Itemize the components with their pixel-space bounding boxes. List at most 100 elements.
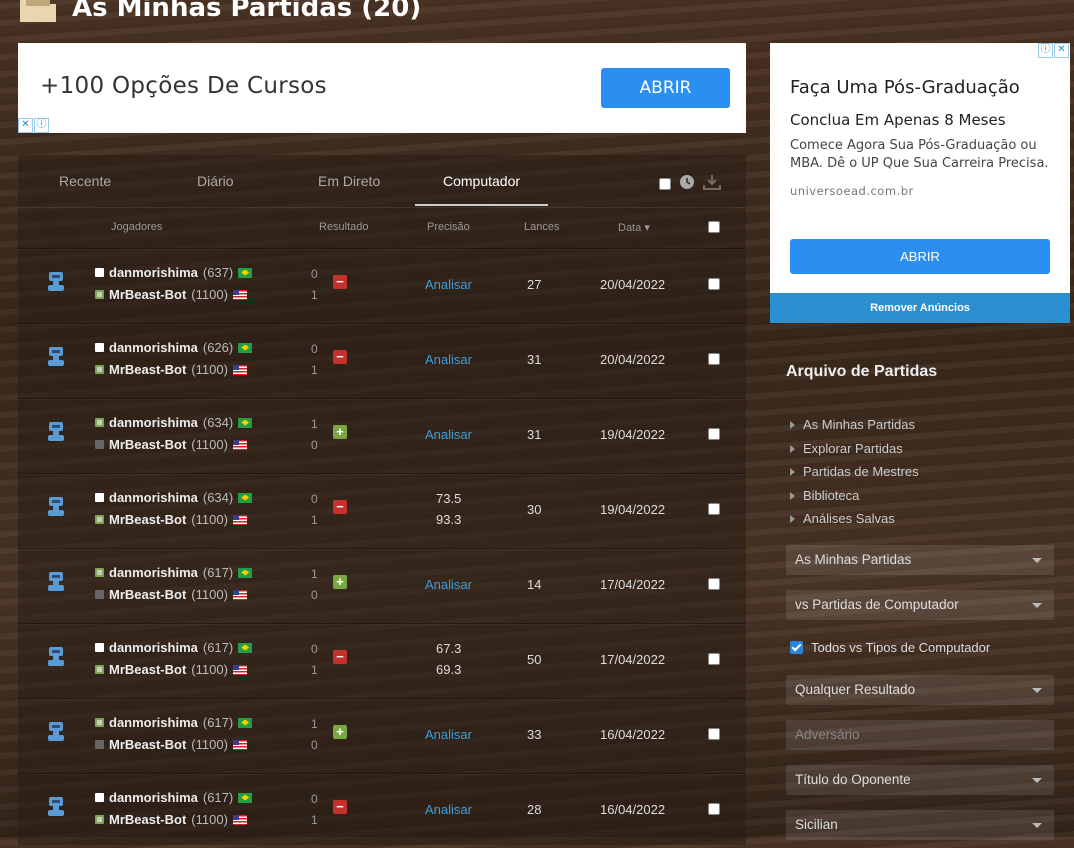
row-checkbox[interactable]: [708, 278, 720, 290]
ad-side-open-button[interactable]: ABRIR: [790, 239, 1050, 274]
moves-count: 28: [527, 802, 542, 817]
tab-tools: [659, 173, 721, 190]
row-checkbox[interactable]: [708, 578, 720, 590]
games-panel: Recente Diário Em Direto Computador Joga…: [18, 155, 746, 845]
black-player[interactable]: MrBeast-Bot (1100): [95, 362, 247, 377]
analyse-link[interactable]: Analisar: [425, 427, 472, 442]
game-row[interactable]: danmorishima (634) MrBeast-Bot (1100) 1 0 + Ana…: [18, 398, 746, 473]
info-icon[interactable]: ⓘ: [34, 118, 49, 133]
black-player[interactable]: MrBeast-Bot (1100): [95, 737, 247, 752]
info-icon[interactable]: ⓘ: [1038, 43, 1053, 58]
brazil-flag-icon: [238, 567, 253, 578]
analyse-link[interactable]: Analisar: [425, 727, 472, 742]
black-accuracy: 93.3: [436, 512, 462, 527]
row-checkbox[interactable]: [708, 503, 720, 515]
tab-recent[interactable]: Recente: [59, 173, 111, 189]
game-row[interactable]: danmorishima (617) MrBeast-Bot (1100) 0 1 − 67.…: [18, 623, 746, 698]
row-checkbox[interactable]: [708, 803, 720, 815]
white-piece-icon: [95, 718, 104, 727]
select-all-checkbox[interactable]: [659, 178, 671, 190]
row-checkbox[interactable]: [708, 653, 720, 665]
chevron-down-icon: [1032, 778, 1042, 783]
black-piece-icon: [95, 815, 104, 824]
moves-count: 33: [527, 727, 542, 742]
white-player[interactable]: danmorishima (617): [95, 565, 253, 580]
game-row[interactable]: danmorishima (617) MrBeast-Bot (1100) 1 0 + Ana…: [18, 698, 746, 773]
black-player[interactable]: MrBeast-Bot (1100): [95, 662, 247, 677]
black-player[interactable]: MrBeast-Bot (1100): [95, 587, 247, 602]
white-player[interactable]: danmorishima (617): [95, 715, 253, 730]
black-score: 0: [311, 438, 318, 452]
white-score: 0: [311, 267, 318, 281]
brazil-flag-icon: [238, 642, 253, 653]
ad-subtitle: Conclua Em Apenas 8 Meses: [790, 111, 1006, 129]
white-score: 1: [311, 417, 318, 431]
result-select[interactable]: Qualquer Resultado: [786, 675, 1054, 705]
white-player[interactable]: danmorishima (626): [95, 340, 253, 355]
header-checkbox[interactable]: [708, 221, 720, 233]
row-checkbox[interactable]: [708, 428, 720, 440]
game-row[interactable]: danmorishima (617) MrBeast-Bot (1100) 1 0 + Ana…: [18, 548, 746, 623]
clock-icon[interactable]: [679, 174, 695, 190]
ad-choices[interactable]: ✕ ⓘ: [18, 118, 49, 133]
black-score: 1: [311, 363, 318, 377]
white-player[interactable]: danmorishima (617): [95, 790, 253, 805]
brazil-flag-icon: [238, 492, 253, 503]
black-player[interactable]: MrBeast-Bot (1100): [95, 512, 247, 527]
tab-live[interactable]: Em Direto: [318, 173, 380, 189]
opening-select[interactable]: Sicilian: [786, 810, 1054, 840]
brazil-flag-icon: [238, 792, 253, 803]
ad-open-button[interactable]: ABRIR: [601, 68, 730, 108]
moves-count: 30: [527, 502, 542, 517]
white-player[interactable]: danmorishima (637): [95, 265, 253, 280]
archive-link-explore[interactable]: Explorar Partidas: [790, 441, 903, 456]
white-player[interactable]: danmorishima (617): [95, 640, 253, 655]
black-piece-icon: [95, 440, 104, 449]
analyse-link[interactable]: Analisar: [425, 277, 472, 292]
game-row[interactable]: danmorishima (634) MrBeast-Bot (1100) 0 1 − 73.…: [18, 473, 746, 548]
analyse-link[interactable]: Analisar: [425, 802, 472, 817]
col-players: Jogadores: [111, 221, 163, 233]
remove-ads-link[interactable]: Remover Anúncios: [770, 293, 1070, 323]
all-computer-types-checkbox[interactable]: [790, 641, 803, 654]
chevron-down-icon: [1032, 558, 1042, 563]
archive-link-my-games[interactable]: As Minhas Partidas: [790, 417, 915, 432]
opponent-title-select[interactable]: Título do Oponente: [786, 765, 1054, 795]
opponent-input[interactable]: Adversário: [786, 720, 1054, 750]
white-player[interactable]: danmorishima (634): [95, 490, 253, 505]
tab-daily[interactable]: Diário: [197, 173, 234, 189]
ad-banner-top[interactable]: +100 Opções De Cursos ABRIR ✕ ⓘ: [18, 43, 746, 133]
row-checkbox[interactable]: [708, 353, 720, 365]
game-type-select[interactable]: vs Partidas de Computador: [786, 590, 1054, 620]
white-piece-icon: [95, 343, 104, 352]
black-piece-icon: [95, 590, 104, 599]
col-date[interactable]: Data ▾: [618, 221, 650, 234]
archive-title: Arquivo de Partidas: [786, 363, 938, 380]
ad-side[interactable]: ⓘ ✕ Faça Uma Pós-Graduação Conclua Em Ape…: [770, 43, 1070, 293]
scope-select[interactable]: As Minhas Partidas: [786, 545, 1054, 575]
game-row[interactable]: danmorishima (626) MrBeast-Bot (1100) 0 1 − Ana…: [18, 323, 746, 398]
row-checkbox[interactable]: [708, 728, 720, 740]
archive-link-masters[interactable]: Partidas de Mestres: [790, 464, 919, 479]
archive-link-saved-analyses[interactable]: Análises Salvas: [790, 511, 895, 526]
close-icon[interactable]: ✕: [18, 118, 33, 133]
chevron-down-icon: [1032, 688, 1042, 693]
archive-link-library[interactable]: Biblioteca: [790, 488, 859, 503]
download-icon[interactable]: [703, 174, 721, 190]
tab-computer[interactable]: Computador: [443, 173, 520, 189]
black-player[interactable]: MrBeast-Bot (1100): [95, 812, 247, 827]
white-player[interactable]: danmorishima (634): [95, 415, 253, 430]
tab-bar: Recente Diário Em Direto Computador: [18, 155, 746, 208]
ad-choices[interactable]: ⓘ ✕: [1038, 43, 1069, 58]
white-piece-icon: [95, 568, 104, 577]
all-computer-types-checkbox-row[interactable]: Todos vs Tipos de Computador: [790, 640, 990, 655]
black-player[interactable]: MrBeast-Bot (1100): [95, 287, 247, 302]
analyse-link[interactable]: Analisar: [425, 352, 472, 367]
close-icon[interactable]: ✕: [1054, 43, 1069, 58]
game-row[interactable]: danmorishima (637) MrBeast-Bot (1100) 0 1 − Ana…: [18, 248, 746, 323]
black-player[interactable]: MrBeast-Bot (1100): [95, 437, 247, 452]
analyse-link[interactable]: Analisar: [425, 577, 472, 592]
minus-icon: −: [333, 275, 347, 289]
minus-icon: −: [333, 350, 347, 364]
usa-flag-icon: [232, 589, 247, 600]
